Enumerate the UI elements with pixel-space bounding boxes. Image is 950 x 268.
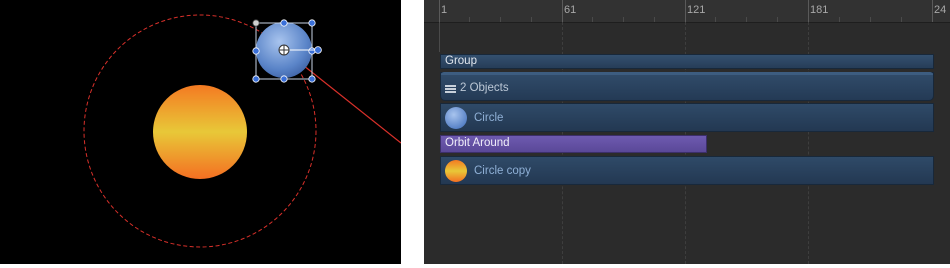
handle-bottom-left <box>252 75 260 83</box>
handle-right <box>308 47 316 55</box>
ruler-minor-tick <box>469 17 470 22</box>
handle-bottom-right <box>308 75 316 83</box>
ruler-minor-tick <box>623 17 624 22</box>
ruler-minor-tick <box>870 17 871 22</box>
handle-left <box>252 47 260 55</box>
canvas-svg <box>83 14 401 248</box>
anchor-point-icon[interactable] <box>278 44 290 56</box>
ruler-minor-tick <box>654 17 655 22</box>
group-track-label: Group <box>445 55 477 67</box>
ruler-minor-tick <box>500 17 501 22</box>
circle-copy-thumbnail <box>445 160 467 182</box>
objects-track-label: 2 Objects <box>460 82 509 94</box>
ruler-minor-tick <box>839 17 840 22</box>
ruler-tick-label: 181 <box>810 4 829 16</box>
ruler-tick <box>808 0 809 22</box>
sun-circle[interactable] <box>153 85 247 179</box>
ruler-minor-tick <box>901 17 902 22</box>
ruler-tick <box>562 0 563 22</box>
circle-thumbnail <box>445 107 467 129</box>
ruler-tick-label: 121 <box>687 4 706 16</box>
ruler-minor-tick <box>531 17 532 22</box>
handle-top-right <box>308 19 316 27</box>
ruler-tick <box>685 0 686 22</box>
ruler-tick <box>439 0 440 22</box>
handle-bottom <box>280 75 288 83</box>
orbit-around-behavior-bar[interactable]: Orbit Around <box>440 135 707 153</box>
timeline-panel: 1 61 121 181 24 Group 2 Objects Circle O… <box>424 0 950 264</box>
handle-top-left <box>252 19 260 27</box>
timeline-ruler[interactable]: 1 61 121 181 24 <box>424 0 950 23</box>
ruler-tick-label: 61 <box>564 4 577 16</box>
behavior-track-label: Orbit Around <box>445 137 510 149</box>
circle-track-bar[interactable]: Circle <box>440 103 934 132</box>
circle-track-label: Circle <box>474 112 504 124</box>
circle-copy-track-label: Circle copy <box>474 165 531 177</box>
handle-top <box>280 19 288 27</box>
playhead-line[interactable] <box>439 22 440 52</box>
ruler-minor-tick <box>592 17 593 22</box>
group-track-bar[interactable]: Group <box>440 54 934 69</box>
ruler-minor-tick <box>715 17 716 22</box>
canvas-viewer[interactable] <box>0 0 401 264</box>
ruler-tick-label: 1 <box>441 4 448 16</box>
ruler-tick <box>932 0 933 22</box>
circle-copy-track-bar[interactable]: Circle copy <box>440 156 934 185</box>
rotation-handle[interactable] <box>314 46 322 54</box>
ruler-minor-tick <box>746 17 747 22</box>
ruler-minor-tick <box>777 17 778 22</box>
objects-track-bar[interactable]: 2 Objects <box>440 72 934 101</box>
ruler-tick-label: 24 <box>934 4 947 16</box>
menu-icon[interactable] <box>445 85 456 93</box>
